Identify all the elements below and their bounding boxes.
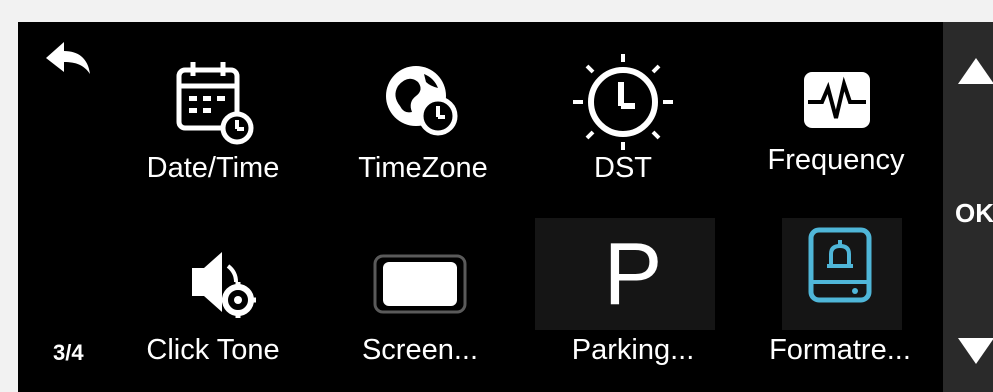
calendar-clock-icon	[176, 62, 254, 145]
menu-item-label: DST	[594, 152, 652, 184]
menu-item-label: Frequency	[767, 144, 905, 176]
storage-bell-icon	[808, 227, 872, 303]
menu-item-timezone[interactable]: TimeZone	[323, 56, 523, 196]
triangle-up-icon[interactable]	[958, 54, 993, 90]
parking-icon: P	[604, 224, 663, 323]
menu-screen: Date/Time TimeZone DST Frequency Click T…	[18, 22, 993, 392]
menu-item-label: Click Tone	[146, 334, 280, 366]
menu-item-screen[interactable]: Screen...	[320, 242, 520, 382]
menu-item-parking[interactable]: P Parking...	[533, 218, 733, 366]
back-arrow-icon[interactable]	[38, 36, 94, 80]
menu-item-label: Date/Time	[146, 152, 280, 184]
menu-item-formatre[interactable]: Formatre...	[740, 218, 940, 366]
ok-button[interactable]: OK	[955, 198, 993, 229]
menu-item-label: Parking...	[571, 334, 695, 366]
svg-text:P: P	[604, 224, 663, 323]
menu-item-dst[interactable]: DST	[523, 50, 723, 190]
sun-clock-icon	[573, 54, 673, 150]
menu-item-label: Formatre...	[769, 334, 911, 366]
speaker-gear-icon	[192, 252, 256, 318]
menu-item-date-time[interactable]: Date/Time	[113, 56, 313, 196]
menu-item-frequency[interactable]: Frequency	[736, 62, 936, 202]
page-indicator: 3/4	[53, 340, 84, 365]
globe-clock-icon	[386, 66, 458, 136]
menu-item-label: TimeZone	[358, 152, 488, 184]
menu-item-label: Screen...	[361, 334, 479, 366]
screen-icon	[373, 254, 467, 314]
waveform-icon	[804, 72, 870, 128]
triangle-down-icon[interactable]	[958, 332, 993, 368]
menu-item-click-tone[interactable]: Click Tone	[113, 242, 313, 382]
